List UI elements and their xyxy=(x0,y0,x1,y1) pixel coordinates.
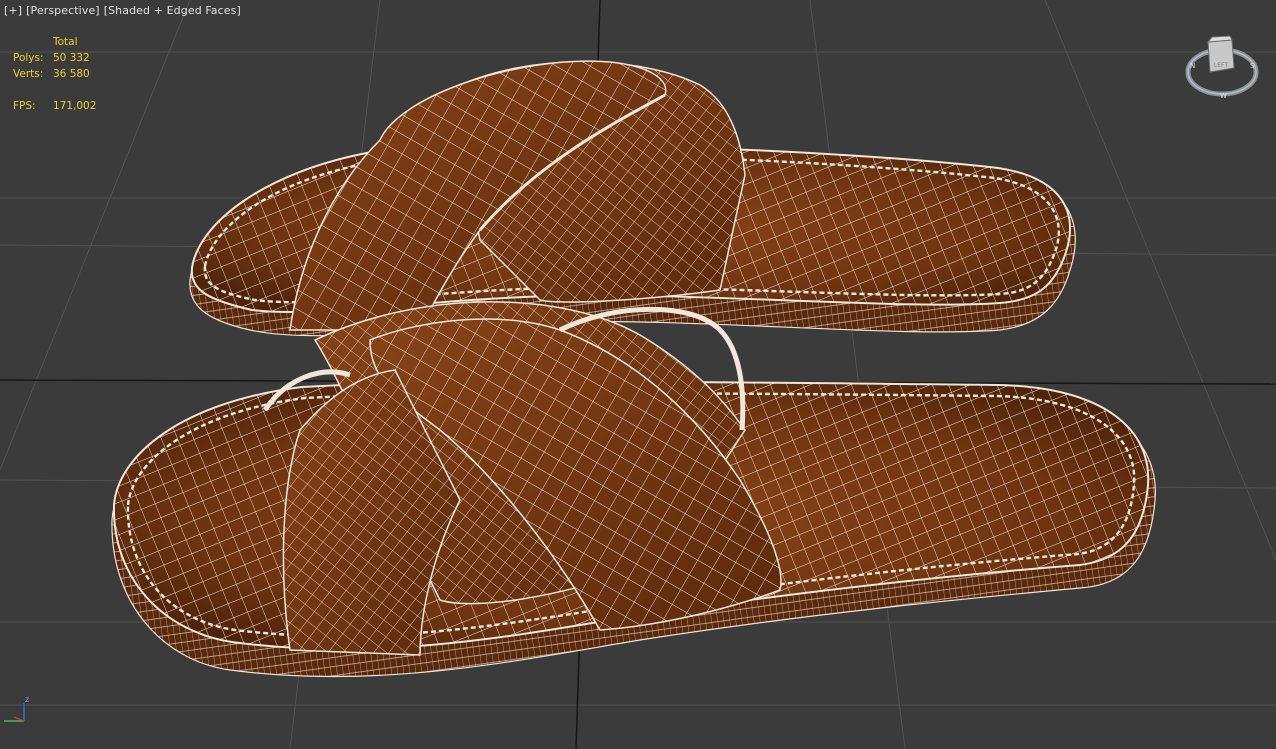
polys-value: 50 332 xyxy=(53,52,90,64)
svg-text:W: W xyxy=(1220,92,1227,100)
verts-value: 36 580 xyxy=(53,68,90,80)
stats-header: Total xyxy=(53,36,78,48)
3d-viewport[interactable]: [+] [Perspective] [Shaded + Edged Faces] T… xyxy=(0,0,1276,749)
viewcube-icon[interactable]: LEFT N S W xyxy=(1184,30,1260,106)
viewport-label-bar: [+] [Perspective] [Shaded + Edged Faces] xyxy=(4,4,245,17)
viewport-menu-plus[interactable]: [+] xyxy=(4,4,22,17)
polys-label: Polys: xyxy=(13,52,44,64)
svg-text:S: S xyxy=(1250,62,1255,70)
viewcube-face-label: LEFT xyxy=(1214,62,1228,69)
axis-tripod-icon: z xyxy=(0,693,40,733)
statistics-overlay: Total Polys: 50 332 Verts: 36 580 FPS: 171,… xyxy=(13,34,96,114)
fps-value: 171,002 xyxy=(53,100,97,112)
verts-label: Verts: xyxy=(13,68,44,80)
viewport-shading-label[interactable]: [Shaded + Edged Faces] xyxy=(104,4,241,17)
svg-text:N: N xyxy=(1190,62,1195,70)
viewport-view-label[interactable]: [Perspective] xyxy=(26,4,100,17)
viewport-scene[interactable] xyxy=(0,0,1276,749)
fps-label: FPS: xyxy=(13,100,36,112)
sandal-back[interactable] xyxy=(189,60,1076,337)
axis-z-label: z xyxy=(25,695,29,704)
sandal-front[interactable] xyxy=(111,301,1156,678)
